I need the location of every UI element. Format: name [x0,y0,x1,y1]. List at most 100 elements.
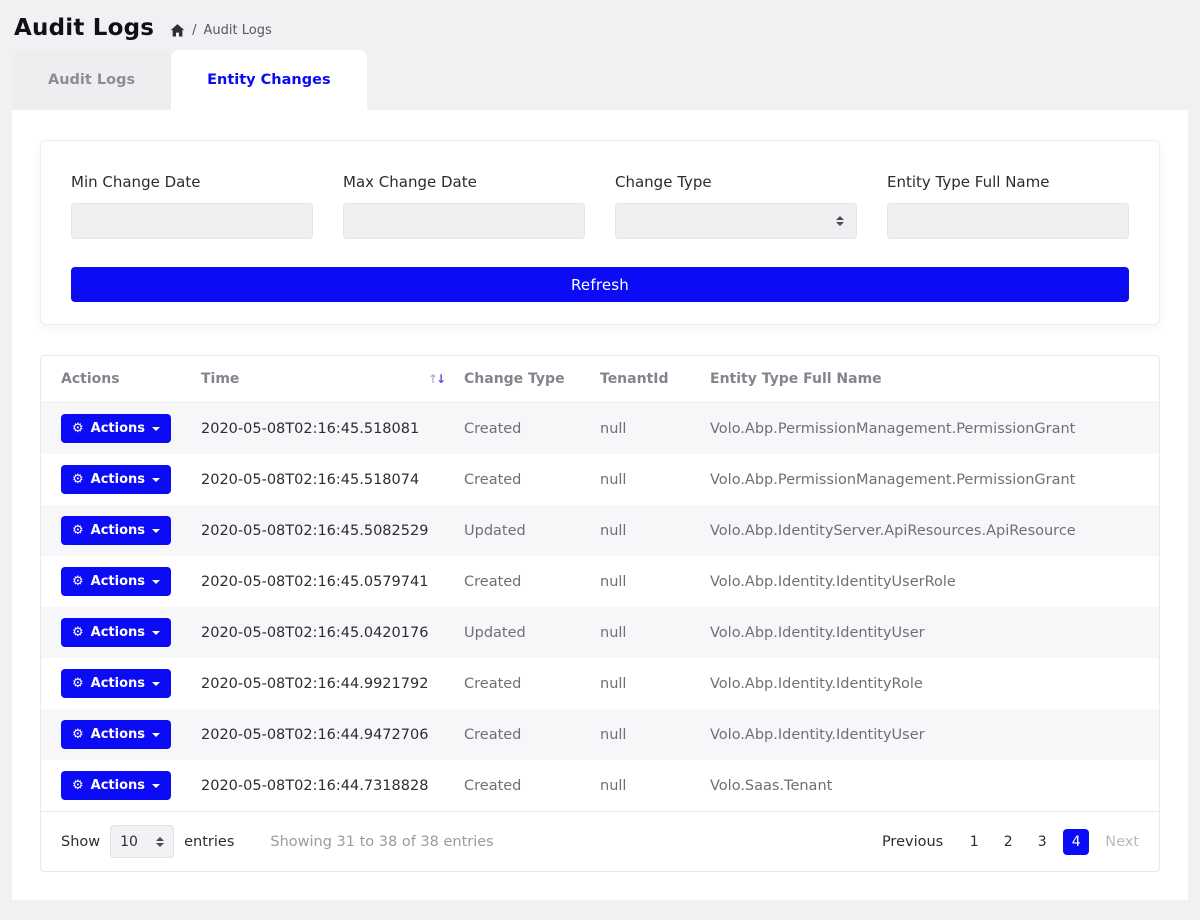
main-content: Audit Logs Entity Changes Min Change Dat… [12,50,1188,900]
change-type-select[interactable] [615,203,857,239]
row-actions-button[interactable]: ⚙Actions [61,567,171,596]
caret-down-icon [152,682,160,686]
tab-audit-logs[interactable]: Audit Logs [12,50,171,110]
show-label: Show [61,834,100,850]
breadcrumb-current: Audit Logs [204,23,272,38]
table-row: ⚙Actions 2020-05-08T02:16:44.9472706 Cre… [41,709,1159,760]
cell-change-type: Created [454,403,590,455]
table-row: ⚙Actions 2020-05-08T02:16:45.0579741 Cre… [41,556,1159,607]
caret-down-icon [152,529,160,533]
row-actions-button[interactable]: ⚙Actions [61,771,171,800]
filter-change-type: Change Type [615,173,857,239]
cell-tenant-id: null [590,607,700,658]
column-header-change-type: Change Type [454,356,590,403]
cell-entity-type: Volo.Abp.Identity.IdentityUserRole [700,556,1159,607]
filter-grid: Min Change Date Max Change Date Change T… [71,173,1129,239]
max-change-date-input[interactable] [343,203,585,239]
tab-entity-changes[interactable]: Entity Changes [171,50,366,110]
home-icon[interactable] [170,23,185,38]
cell-entity-type: Volo.Abp.Identity.IdentityUser [700,709,1159,760]
row-actions-button[interactable]: ⚙Actions [61,465,171,494]
page-size-select[interactable]: 10 [110,825,174,858]
pagination-page-3[interactable]: 3 [1029,829,1055,855]
select-updown-icon [156,837,164,847]
change-type-label: Change Type [615,173,857,191]
cell-entity-type: Volo.Abp.IdentityServer.ApiResources.Api… [700,505,1159,556]
breadcrumb-separator: / [192,23,196,38]
row-actions-button[interactable]: ⚙Actions [61,516,171,545]
row-actions-button[interactable]: ⚙Actions [61,618,171,647]
pagination-page-4[interactable]: 4 [1063,829,1089,855]
cell-change-type: Updated [454,505,590,556]
gear-icon: ⚙ [72,779,84,792]
min-change-date-input[interactable] [71,203,313,239]
cell-time: 2020-05-08T02:16:44.9472706 [191,709,454,760]
gear-icon: ⚙ [72,575,84,588]
cell-tenant-id: null [590,556,700,607]
cell-tenant-id: null [590,709,700,760]
table-footer: Show 10 entries Showing 31 to 38 of 38 e… [41,811,1159,871]
cell-tenant-id: null [590,760,700,811]
cell-time: 2020-05-08T02:16:44.9921792 [191,658,454,709]
column-header-time[interactable]: Time ↑↓ [191,356,454,403]
row-actions-button[interactable]: ⚙Actions [61,414,171,443]
cell-tenant-id: null [590,403,700,455]
cell-entity-type: Volo.Abp.PermissionManagement.Permission… [700,403,1159,455]
showing-entries-text: Showing 31 to 38 of 38 entries [270,834,493,850]
cell-time: 2020-05-08T02:16:45.0579741 [191,556,454,607]
table-row: ⚙Actions 2020-05-08T02:16:45.5082529 Upd… [41,505,1159,556]
cell-tenant-id: null [590,454,700,505]
top-bar: Audit Logs / Audit Logs [0,0,1200,50]
gear-icon: ⚙ [72,677,84,690]
gear-icon: ⚙ [72,473,84,486]
page-title: Audit Logs [14,15,154,41]
cell-change-type: Updated [454,607,590,658]
breadcrumb: / Audit Logs [170,23,272,38]
min-change-date-label: Min Change Date [71,173,313,191]
entity-type-input[interactable] [887,203,1129,239]
cell-time: 2020-05-08T02:16:45.5082529 [191,505,454,556]
cell-entity-type: Volo.Saas.Tenant [700,760,1159,811]
caret-down-icon [152,631,160,635]
pagination-page-1[interactable]: 1 [961,829,987,855]
tab-bar: Audit Logs Entity Changes [12,50,1188,110]
cell-change-type: Created [454,658,590,709]
cell-time: 2020-05-08T02:16:45.518074 [191,454,454,505]
pagination-page-2[interactable]: 2 [995,829,1021,855]
row-actions-button[interactable]: ⚙Actions [61,669,171,698]
pagination-next[interactable]: Next [1105,834,1139,850]
row-actions-button[interactable]: ⚙Actions [61,720,171,749]
cell-change-type: Created [454,760,590,811]
filter-max-change-date: Max Change Date [343,173,585,239]
caret-down-icon [152,733,160,737]
select-updown-icon [836,216,844,226]
filter-card: Min Change Date Max Change Date Change T… [40,140,1160,325]
column-header-actions: Actions [41,356,191,403]
table-row: ⚙Actions 2020-05-08T02:16:45.0420176 Upd… [41,607,1159,658]
entries-label: entries [184,834,234,850]
entity-type-label: Entity Type Full Name [887,173,1129,191]
gear-icon: ⚙ [72,422,84,435]
refresh-button[interactable]: Refresh [71,267,1129,302]
gear-icon: ⚙ [72,728,84,741]
gear-icon: ⚙ [72,524,84,537]
cell-entity-type: Volo.Abp.PermissionManagement.Permission… [700,454,1159,505]
entity-changes-table: Actions Time ↑↓ Change Type TenantId Ent… [41,356,1159,811]
filter-min-change-date: Min Change Date [71,173,313,239]
sort-icon[interactable]: ↑↓ [428,372,444,386]
filter-entity-type: Entity Type Full Name [887,173,1129,239]
entity-changes-table-card: Actions Time ↑↓ Change Type TenantId Ent… [40,355,1160,872]
cell-time: 2020-05-08T02:16:45.0420176 [191,607,454,658]
cell-time: 2020-05-08T02:16:45.518081 [191,403,454,455]
cell-change-type: Created [454,709,590,760]
caret-down-icon [152,580,160,584]
cell-entity-type: Volo.Abp.Identity.IdentityUser [700,607,1159,658]
max-change-date-label: Max Change Date [343,173,585,191]
cell-time: 2020-05-08T02:16:44.7318828 [191,760,454,811]
entity-changes-panel: Min Change Date Max Change Date Change T… [12,110,1188,900]
gear-icon: ⚙ [72,626,84,639]
pagination-previous[interactable]: Previous [882,834,943,850]
table-header-row: Actions Time ↑↓ Change Type TenantId Ent… [41,356,1159,403]
table-row: ⚙Actions 2020-05-08T02:16:44.7318828 Cre… [41,760,1159,811]
table-row: ⚙Actions 2020-05-08T02:16:45.518081 Crea… [41,403,1159,455]
